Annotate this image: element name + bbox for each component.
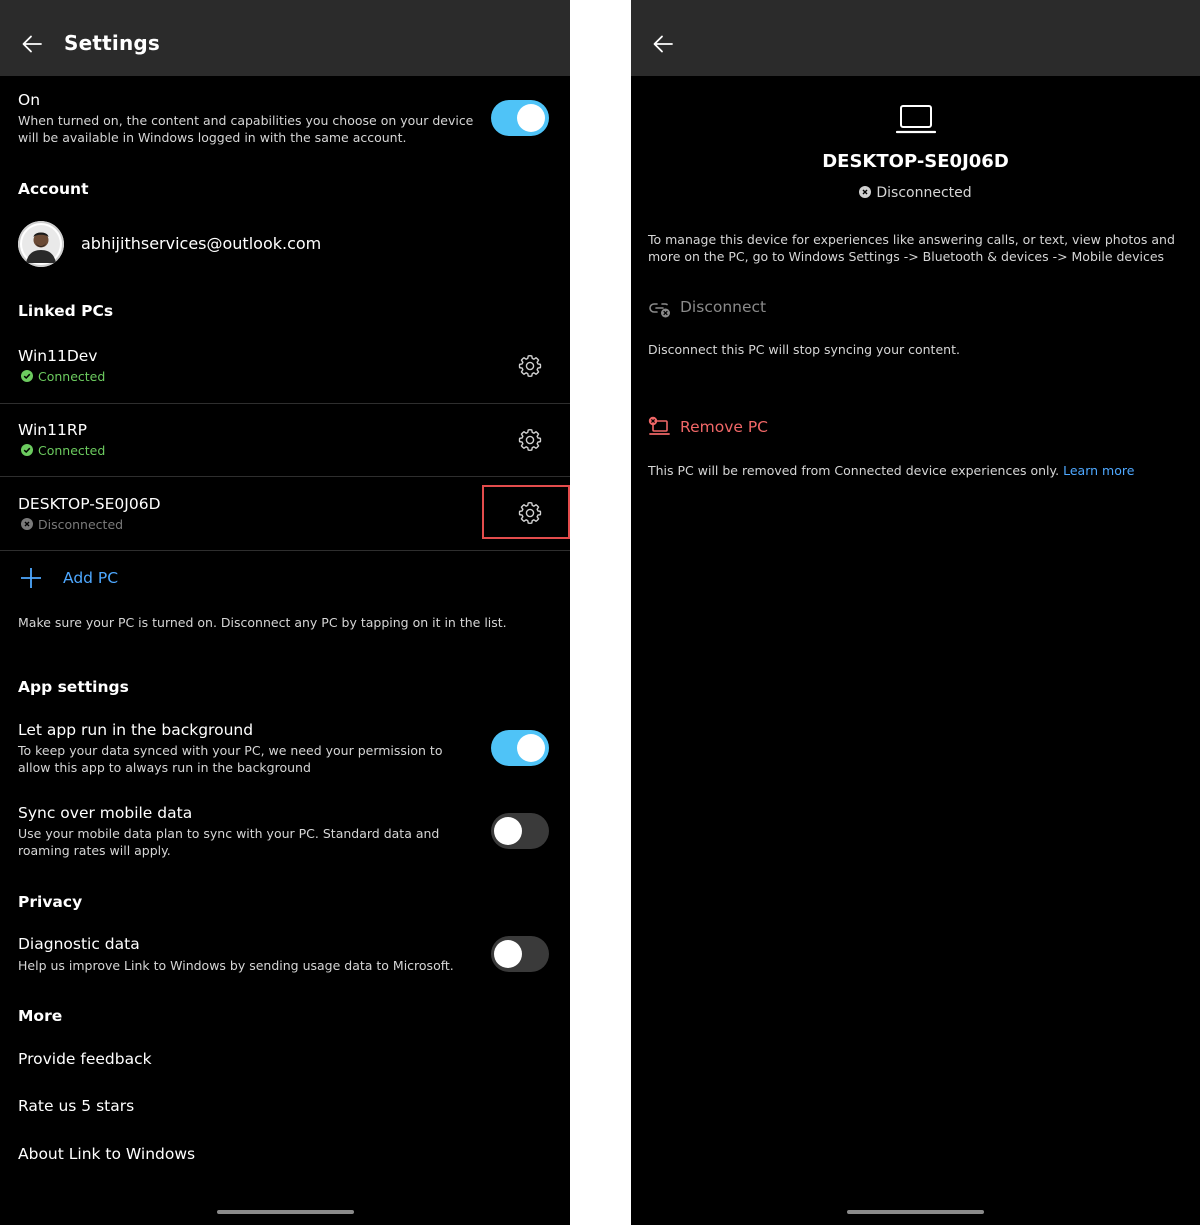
rate-us-link[interactable]: Rate us 5 stars [18,1097,134,1115]
linked-pcs-heading: Linked PCs [18,302,114,320]
plus-icon[interactable] [20,567,42,589]
account-heading: Account [18,180,89,198]
remove-pc-description: This PC will be removed from Connected d… [648,462,1134,479]
toggle-knob [517,734,545,762]
disconnect-description: Disconnect this PC will stop syncing you… [648,342,960,357]
privacy-heading: Privacy [18,893,83,911]
home-indicator[interactable] [217,1210,354,1214]
pc-status: Disconnected [21,517,123,532]
remove-pc-icon [648,416,670,435]
divider [0,550,570,551]
mobile-data-toggle[interactable] [491,813,549,849]
diagnostic-toggle[interactable] [491,936,549,972]
more-heading: More [18,1007,63,1025]
on-setting-title: On [18,91,41,109]
back-arrow-icon[interactable] [651,32,675,56]
back-arrow-icon[interactable] [20,32,44,56]
pc-status: Connected [21,443,105,458]
on-toggle[interactable] [491,100,549,136]
gear-highlight-box [482,485,570,539]
pc-status: Connected [21,369,105,384]
pc-name: Win11Dev [18,347,98,365]
connected-check-icon [21,370,33,382]
gear-icon[interactable] [517,353,543,379]
disconnect-button[interactable]: Disconnect [680,298,766,316]
device-status: Disconnected [631,185,1200,201]
page-title: Settings [64,31,161,55]
settings-topbar: Settings [0,0,570,76]
home-indicator[interactable] [847,1210,984,1214]
linked-pc-row-win11rp[interactable] [0,404,570,476]
learn-more-link[interactable]: Learn more [1063,463,1134,478]
mobile-data-setting-description: Use your mobile data plan to sync with y… [18,826,440,858]
linked-pc-row-win11dev[interactable] [0,332,570,402]
background-toggle[interactable] [491,730,549,766]
toggle-knob [494,817,522,845]
remove-pc-description-text: This PC will be removed from Connected d… [648,463,1060,478]
pc-name: DESKTOP-SE0J06D [18,495,161,513]
pc-status-text: Disconnected [38,517,124,532]
on-setting-description: When turned on, the content and capabili… [18,113,474,145]
background-setting-description: To keep your data synced with your PC, w… [18,743,443,775]
linked-pcs-hint: Make sure your PC is turned on. Disconne… [18,615,507,630]
mobile-data-setting-title: Sync over mobile data [18,804,193,822]
about-link[interactable]: About Link to Windows [18,1145,195,1163]
toggle-knob [494,940,522,968]
pc-detail-screen: DESKTOP-SE0J06D Disconnected To manage t… [631,0,1200,1225]
pc-name: Win11RP [18,421,87,439]
device-status-text: Disconnected [876,185,972,201]
account-email[interactable]: abhijithservices@outlook.com [81,234,321,253]
toggle-knob [517,104,545,132]
diagnostic-setting-description: Help us improve Link to Windows by sendi… [18,958,454,973]
avatar-photo [18,221,64,267]
diagnostic-setting-title: Diagnostic data [18,935,140,953]
disconnected-x-icon [859,186,872,198]
connected-check-icon [21,444,33,456]
background-setting-title: Let app run in the background [18,721,254,739]
avatar [18,221,64,267]
app-settings-heading: App settings [18,678,129,696]
disconnected-x-icon [21,518,33,530]
disconnect-link-icon [649,303,670,318]
device-name: DESKTOP-SE0J06D [822,151,1009,172]
settings-screen: Settings On When turned on, the content … [0,0,570,1225]
gear-icon[interactable] [517,427,543,453]
remove-pc-button[interactable]: Remove PC [680,418,768,436]
manage-device-text: To manage this device for experiences li… [648,232,1175,264]
add-pc-button[interactable]: Add PC [63,569,118,587]
pc-status-text: Connected [38,369,106,384]
laptop-icon [896,105,936,134]
pc-status-text: Connected [38,443,106,458]
provide-feedback-link[interactable]: Provide feedback [18,1050,152,1068]
detail-topbar [631,0,1200,76]
